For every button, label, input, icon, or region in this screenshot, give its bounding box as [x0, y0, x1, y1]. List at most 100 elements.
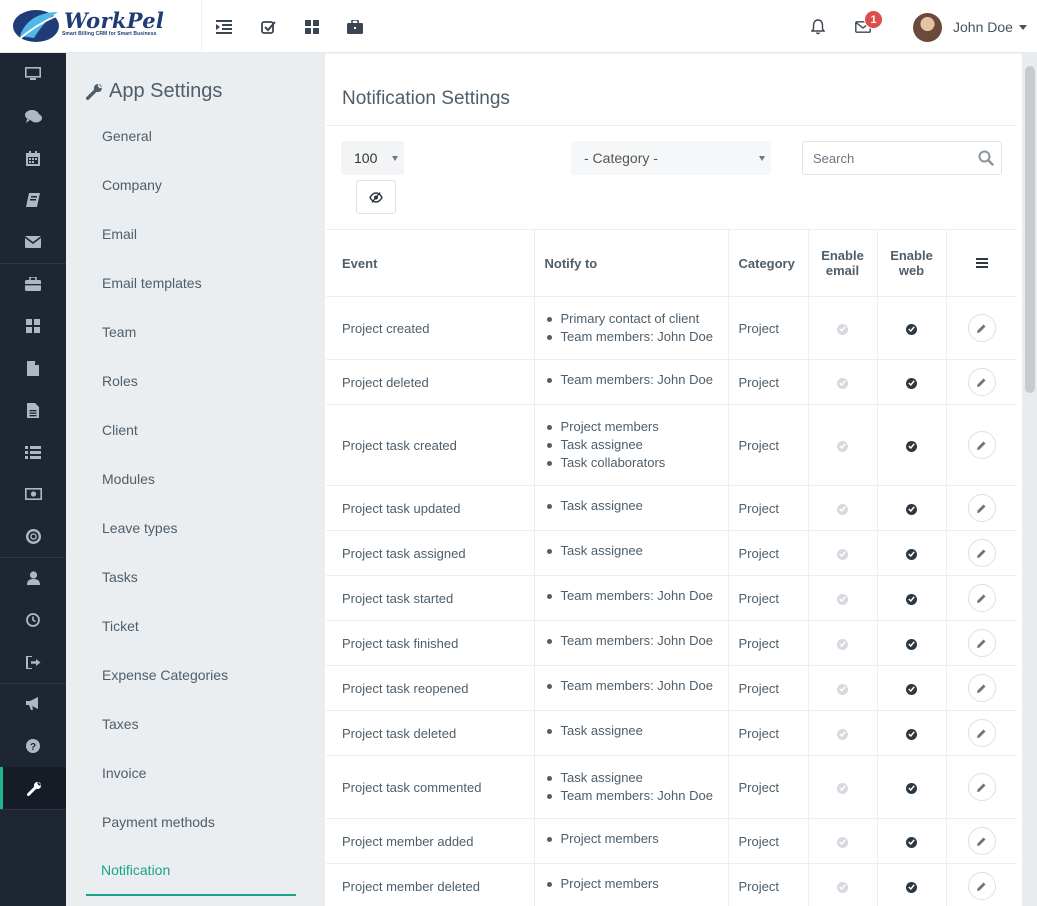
enable-web-cell — [876, 710, 946, 756]
notify-to-cell: Project members — [533, 863, 728, 906]
tickets-lifebuoy-icon[interactable] — [0, 515, 66, 557]
team-user-icon[interactable] — [0, 557, 66, 599]
notify-recipient: Team members: John Doe — [545, 328, 722, 346]
settings-item-tasks[interactable]: Tasks — [102, 569, 138, 585]
dashboard-grid-icon[interactable] — [302, 17, 322, 37]
actions-cell — [945, 485, 1017, 531]
logo-leaf-icon — [13, 10, 59, 42]
enable-email-cell — [807, 485, 877, 531]
user-menu[interactable]: John Doe — [913, 12, 1027, 42]
column-visibility-button[interactable] — [356, 180, 396, 214]
settings-item-modules[interactable]: Modules — [102, 471, 155, 487]
actions-cell — [945, 620, 1017, 666]
check-circle-icon — [906, 377, 917, 389]
projects-icon[interactable] — [0, 263, 66, 305]
notify-recipient: Task assignee — [545, 436, 722, 454]
actions-cell — [945, 818, 1017, 864]
table-header-row: Event Notify to Category Enable email En… — [326, 229, 1017, 297]
event-cell: Project deleted — [326, 359, 534, 405]
notify-list: Task assignee — [545, 542, 722, 560]
events-calendar-icon[interactable] — [0, 137, 66, 179]
leaves-signout-icon[interactable] — [0, 641, 66, 683]
edit-pencil-icon[interactable] — [967, 368, 996, 396]
invoices-file-icon[interactable] — [0, 347, 66, 389]
event-cell: Project task finished — [326, 620, 534, 666]
column-header-category[interactable]: Category — [727, 229, 808, 297]
logo[interactable]: WorkPel Smart Billing CRM for Smart Busi… — [0, 0, 202, 53]
search-icon[interactable] — [978, 150, 994, 166]
edit-pencil-icon[interactable] — [967, 314, 996, 342]
notes-book-icon[interactable] — [0, 179, 66, 221]
edit-pencil-icon[interactable] — [967, 431, 996, 459]
edit-pencil-icon[interactable] — [967, 494, 996, 522]
notify-recipient: Team members: John Doe — [545, 632, 722, 650]
notify-recipient: Task collaborators — [545, 454, 722, 472]
sidebar-toggle-icon[interactable] — [214, 17, 234, 37]
announcements-megaphone-icon[interactable] — [0, 683, 66, 725]
email-icon[interactable] — [0, 221, 66, 263]
column-header-enable-web[interactable]: Enable web — [876, 229, 946, 297]
check-circle-icon — [906, 836, 917, 848]
settings-item-payment-methods[interactable]: Payment methods — [102, 814, 215, 830]
check-circle-icon — [837, 377, 848, 389]
edit-pencil-icon[interactable] — [967, 674, 996, 702]
projects-briefcase-icon[interactable] — [345, 17, 365, 37]
settings-item-client[interactable]: Client — [102, 422, 138, 438]
avatar — [913, 12, 942, 42]
settings-item-email[interactable]: Email — [102, 226, 137, 242]
edit-pencil-icon[interactable] — [967, 629, 996, 657]
tasks-list-icon[interactable] — [0, 431, 66, 473]
settings-item-team[interactable]: Team — [102, 324, 136, 340]
dashboard-icon[interactable] — [0, 53, 66, 95]
enable-web-cell — [876, 665, 946, 711]
settings-item-taxes[interactable]: Taxes — [102, 716, 139, 732]
notify-recipient: Project members — [545, 875, 722, 893]
edit-pencil-icon[interactable] — [967, 773, 996, 801]
notify-list: Team members: John Doe — [545, 677, 722, 695]
bell-icon[interactable] — [808, 17, 828, 37]
edit-pencil-icon[interactable] — [967, 539, 996, 567]
settings-item-notification[interactable]: Notification — [101, 862, 170, 878]
help-question-icon[interactable]: ? — [0, 725, 66, 767]
column-header-event[interactable]: Event — [326, 229, 534, 297]
timecards-clock-icon[interactable] — [0, 599, 66, 641]
settings-item-invoice[interactable]: Invoice — [102, 765, 146, 781]
category-filter-select[interactable]: - Category - — [571, 141, 771, 175]
settings-menu: App Settings General Company Email Email… — [66, 53, 325, 906]
estimates-file-icon[interactable] — [0, 389, 66, 431]
enable-web-cell — [876, 404, 946, 486]
notify-recipient: Task assignee — [545, 722, 722, 740]
expenses-money-icon[interactable] — [0, 473, 66, 515]
messages-icon[interactable] — [0, 95, 66, 137]
settings-item-roles[interactable]: Roles — [102, 373, 138, 389]
hamburger-menu-icon[interactable] — [975, 258, 988, 268]
scrollbar-thumb[interactable] — [1025, 66, 1035, 393]
category-cell: Project — [727, 404, 808, 486]
widgets-grid-icon[interactable] — [0, 305, 66, 347]
settings-item-ticket[interactable]: Ticket — [102, 618, 139, 634]
settings-item-company[interactable]: Company — [102, 177, 162, 193]
category-cell: Project — [727, 710, 808, 756]
todo-icon[interactable] — [258, 17, 278, 37]
edit-pencil-icon[interactable] — [967, 719, 996, 747]
column-header-enable-email[interactable]: Enable email — [807, 229, 877, 297]
settings-item-email-templates[interactable]: Email templates — [102, 275, 202, 291]
edit-pencil-icon[interactable] — [967, 872, 996, 900]
page-length-select[interactable]: 100 — [341, 141, 404, 175]
settings-item-general[interactable]: General — [102, 128, 152, 144]
enable-email-cell — [807, 359, 877, 405]
notify-recipient: Project members — [545, 830, 722, 848]
search-input[interactable] — [803, 142, 973, 174]
edit-pencil-icon[interactable] — [967, 584, 996, 612]
check-circle-icon — [837, 836, 848, 848]
check-circle-icon — [906, 782, 917, 794]
notify-to-cell: Project members Task assignee Task collabo… — [533, 404, 728, 486]
settings-wrench-icon[interactable] — [0, 767, 66, 809]
column-header-notify-to[interactable]: Notify to — [533, 229, 728, 297]
edit-pencil-icon[interactable] — [967, 827, 996, 855]
main-sidebar: ? — [0, 53, 66, 906]
settings-item-leave-types[interactable]: Leave types — [102, 520, 178, 536]
notify-to-cell: Task assignee Team members: John Doe — [533, 755, 728, 819]
enable-email-cell — [807, 575, 877, 621]
settings-item-expense-categories[interactable]: Expense Categories — [102, 667, 228, 683]
